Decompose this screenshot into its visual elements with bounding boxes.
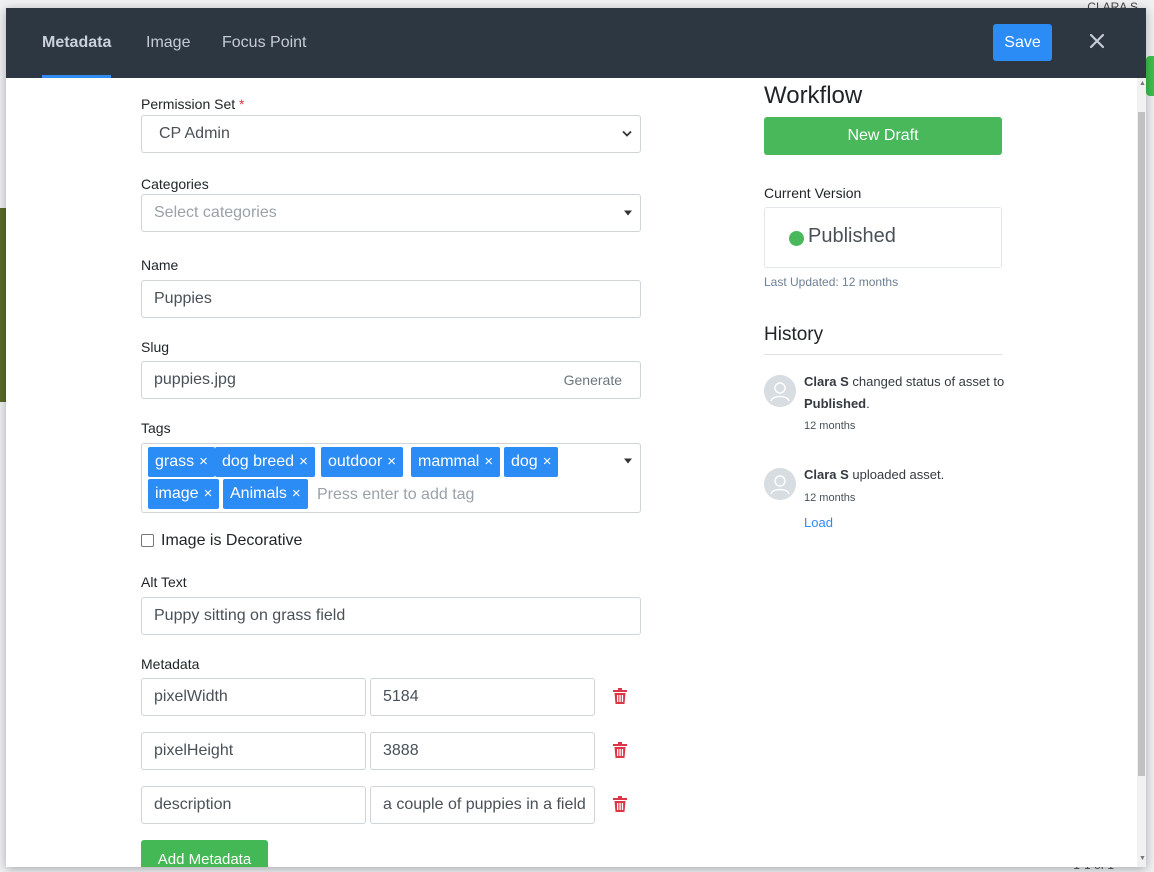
status-badge: Published bbox=[808, 225, 896, 247]
slug-value: puppies.jpg bbox=[154, 371, 236, 388]
metadata-key-input[interactable]: pixelWidth bbox=[141, 678, 366, 716]
history-target: Published bbox=[804, 396, 867, 411]
scrollbar-thumb[interactable] bbox=[1138, 112, 1145, 776]
background-green-button bbox=[1146, 56, 1154, 96]
tag-label: outdoor bbox=[328, 453, 383, 470]
name-input[interactable]: Puppies bbox=[141, 280, 641, 318]
metadata-key-value: pixelWidth bbox=[154, 688, 228, 705]
metadata-label: Metadata bbox=[141, 656, 200, 672]
permission-set-value: CP Admin bbox=[159, 125, 230, 142]
tag-chip: Animals × bbox=[223, 479, 308, 509]
name-value: Puppies bbox=[154, 290, 212, 307]
trash-icon[interactable] bbox=[613, 688, 627, 704]
tag-remove-icon[interactable]: × bbox=[199, 453, 208, 470]
tags-label: Tags bbox=[141, 420, 171, 436]
tag-chip: grass × bbox=[148, 447, 215, 477]
metadata-value-input[interactable]: a couple of puppies in a field bbox=[370, 786, 595, 824]
add-metadata-button[interactable]: Add Metadata bbox=[141, 840, 268, 867]
tag-label: dog bbox=[511, 453, 538, 470]
new-draft-button[interactable]: New Draft bbox=[764, 117, 1002, 155]
categories-select[interactable]: Select categories bbox=[141, 194, 641, 232]
slug-input[interactable]: puppies.jpg Generate bbox=[141, 361, 641, 399]
tag-remove-icon[interactable]: × bbox=[299, 453, 308, 470]
history-user: Clara S bbox=[804, 374, 849, 389]
history-entry-text: Clara S uploaded asset. bbox=[804, 464, 1009, 486]
tag-remove-icon[interactable]: × bbox=[387, 453, 396, 470]
history-heading: History bbox=[764, 324, 824, 345]
categories-label: Categories bbox=[141, 176, 209, 192]
tag-remove-icon[interactable]: × bbox=[484, 453, 493, 470]
decorative-checkbox[interactable] bbox=[141, 534, 154, 547]
scroll-down-icon[interactable]: ▼ bbox=[1139, 855, 1146, 862]
history-time: 12 months bbox=[804, 492, 856, 504]
tag-chip: dog × bbox=[504, 447, 559, 477]
tag-label: dog breed bbox=[222, 453, 295, 470]
tag-chip: mammal × bbox=[411, 447, 501, 477]
categories-placeholder: Select categories bbox=[154, 204, 277, 221]
tag-chip: outdoor × bbox=[321, 447, 404, 477]
tag-remove-icon[interactable]: × bbox=[543, 453, 552, 470]
tag-remove-icon[interactable]: × bbox=[292, 485, 301, 502]
history-time: 12 months bbox=[804, 420, 856, 432]
tab-image[interactable]: Image bbox=[146, 8, 190, 78]
slug-label: Slug bbox=[141, 339, 170, 355]
tag-remove-icon[interactable]: × bbox=[204, 485, 213, 502]
caret-down-icon bbox=[624, 210, 632, 216]
workflow-heading: Workflow bbox=[764, 82, 863, 109]
alt-text-label: Alt Text bbox=[141, 574, 187, 590]
chevron-down-icon bbox=[622, 130, 632, 137]
avatar-icon bbox=[764, 375, 796, 407]
permission-set-label: Permission Set * bbox=[141, 96, 245, 112]
history-action: changed status of asset to bbox=[848, 374, 1005, 389]
metadata-value: 3888 bbox=[383, 742, 419, 759]
generate-slug-button[interactable]: Generate bbox=[564, 372, 622, 388]
caret-down-icon bbox=[624, 458, 632, 464]
modal-header: Metadata Image Focus Point Save bbox=[6, 8, 1146, 78]
tab-focus-point[interactable]: Focus Point bbox=[222, 8, 306, 78]
metadata-key-value: description bbox=[154, 796, 232, 813]
history-suffix: . bbox=[866, 396, 870, 411]
history-action: uploaded asset. bbox=[848, 467, 945, 482]
status-dot-icon bbox=[789, 231, 804, 246]
alt-text-input[interactable]: Puppy sitting on grass field bbox=[141, 597, 641, 635]
tag-label: Animals bbox=[230, 485, 287, 502]
metadata-key-value: pixelHeight bbox=[154, 742, 234, 759]
scroll-up-icon[interactable]: ▲ bbox=[1139, 80, 1146, 87]
alt-text-value: Puppy sitting on grass field bbox=[154, 607, 346, 624]
avatar-icon bbox=[764, 468, 796, 500]
history-entry-text: Clara S changed status of asset to Publi… bbox=[804, 371, 1009, 415]
history-user: Clara S bbox=[804, 467, 849, 482]
current-version-box: Published bbox=[764, 207, 1002, 268]
save-button[interactable]: Save bbox=[993, 24, 1052, 61]
metadata-value-input[interactable]: 3888 bbox=[370, 732, 595, 770]
tag-label: mammal bbox=[418, 453, 480, 470]
metadata-key-input[interactable]: description bbox=[141, 786, 366, 824]
metadata-key-input[interactable]: pixelHeight bbox=[141, 732, 366, 770]
decorative-label: Image is Decorative bbox=[161, 532, 303, 549]
metadata-value-input[interactable]: 5184 bbox=[370, 678, 595, 716]
permission-set-label-text: Permission Set bbox=[141, 96, 236, 112]
asset-modal: Metadata Image Focus Point Save ▲ ▼ Perm… bbox=[6, 8, 1146, 867]
tag-chip: image × bbox=[148, 479, 220, 509]
tab-metadata[interactable]: Metadata bbox=[42, 8, 112, 78]
trash-icon[interactable] bbox=[613, 796, 627, 812]
last-updated-text: Last Updated: 12 months bbox=[764, 275, 899, 289]
required-mark: * bbox=[239, 96, 245, 112]
load-more-link[interactable]: Load bbox=[804, 515, 833, 530]
tag-label: image bbox=[155, 485, 199, 502]
metadata-value: 5184 bbox=[383, 688, 419, 705]
tag-label: grass bbox=[155, 453, 195, 470]
tag-chip: dog breed × bbox=[215, 447, 315, 477]
trash-icon[interactable] bbox=[613, 742, 627, 758]
close-icon[interactable] bbox=[1086, 30, 1108, 52]
history-divider bbox=[764, 354, 1002, 355]
name-label: Name bbox=[141, 257, 179, 273]
permission-set-select[interactable]: CP Admin bbox=[141, 115, 641, 153]
current-version-label: Current Version bbox=[764, 185, 862, 201]
tag-input-placeholder[interactable]: Press enter to add tag bbox=[317, 486, 474, 504]
metadata-value: a couple of puppies in a field bbox=[383, 796, 586, 813]
